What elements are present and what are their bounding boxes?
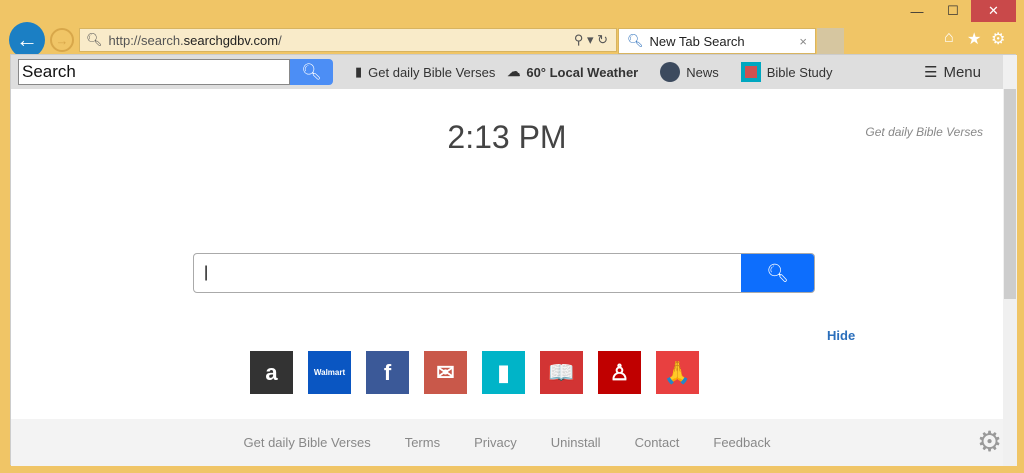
settings-gear-icon[interactable]: ⚙ (977, 425, 1002, 458)
scrollbar-thumb[interactable] (1004, 89, 1016, 299)
label: Bible Study (766, 64, 833, 80)
url-prefix: http://search. (108, 32, 184, 48)
tile-mail[interactable]: ✉ (424, 351, 467, 394)
main-search-input[interactable]: | (194, 254, 741, 292)
url-domain: searchgdbv.com (183, 32, 279, 48)
clock: 2:13 PM (447, 119, 567, 155)
toolbar-weather[interactable]: ☁ 60° Local Weather (507, 64, 638, 80)
address-bar[interactable]: 🔍︎ http://search. searchgdbv.com / ⚲ ▾ ↻ (79, 28, 617, 52)
shortcut-tiles: a Walmart f ✉ ▮ 📖 ♙ 🙏 (250, 351, 699, 394)
label: 60° Local Weather (526, 64, 639, 80)
close-button[interactable]: ✕ (971, 0, 1016, 22)
forward-button[interactable]: → (50, 28, 74, 52)
toolbar: Search 🔍︎ ▮ Get daily Bible Verses ☁ 60° L… (11, 55, 1003, 89)
footer-link[interactable]: Terms (405, 435, 440, 450)
search-icon: 🔍︎ (86, 32, 103, 47)
footer-link[interactable]: Feedback (713, 435, 770, 450)
label: Menu (943, 63, 981, 81)
url-suffix: / (278, 32, 282, 48)
label: Get daily Bible Verses (368, 64, 496, 80)
back-button[interactable]: ← (9, 22, 45, 58)
tile-walmart[interactable]: Walmart (308, 351, 351, 394)
main-search: | 🔍︎ (193, 253, 815, 293)
tile-facebook[interactable]: f (366, 351, 409, 394)
toolbar-news[interactable]: News (660, 62, 719, 82)
toolbar-search-button[interactable]: 🔍︎ (290, 59, 333, 85)
maximize-button[interactable]: ☐ (936, 0, 970, 22)
brand-link[interactable]: Get daily Bible Verses (865, 125, 983, 139)
cloud-icon: ☁ (507, 64, 521, 79)
page-content: Search 🔍︎ ▮ Get daily Bible Verses ☁ 60° L… (10, 54, 1017, 466)
footer-link[interactable]: Privacy (474, 435, 517, 450)
tile-prayer[interactable]: 🙏 (656, 351, 699, 394)
tile-amazon[interactable]: a (250, 351, 293, 394)
search-icon: 🔍︎ (627, 33, 644, 48)
tab-title: New Tab Search (649, 33, 745, 49)
hide-link[interactable]: Hide (827, 328, 855, 343)
tab-new-tab-search[interactable]: 🔍︎ New Tab Search × (618, 28, 816, 54)
hamburger-icon: ☰ (924, 64, 938, 81)
footer-link[interactable]: Contact (635, 435, 680, 450)
footer-link[interactable]: Uninstall (551, 435, 601, 450)
footer-link[interactable]: Get daily Bible Verses (244, 435, 371, 450)
book-icon (740, 62, 761, 82)
news-icon (660, 62, 681, 82)
tile-bible-book[interactable]: ▮ (482, 351, 525, 394)
menu-button[interactable]: ☰ Menu (924, 63, 981, 82)
bible-icon: ▮ (355, 64, 363, 79)
label: News (686, 64, 719, 80)
tile-open-bible[interactable]: 📖 (540, 351, 583, 394)
gear-icon[interactable]: ⚙ (991, 29, 1005, 49)
tab-close-icon[interactable]: × (799, 34, 807, 49)
footer: Get daily Bible Verses Terms Privacy Uninst… (11, 419, 1003, 466)
toolbar-bible-verses[interactable]: ▮ Get daily Bible Verses (355, 64, 495, 80)
new-tab-button[interactable] (817, 28, 844, 54)
toolbar-search-input[interactable]: Search (18, 59, 290, 85)
main-search-button[interactable]: 🔍︎ (741, 254, 814, 292)
tile-reading[interactable]: ♙ (598, 351, 641, 394)
toolbar-bible-study[interactable]: Bible Study (740, 62, 833, 82)
refresh-icon[interactable]: ⚲ ▾ ↻ (574, 32, 608, 48)
home-icon[interactable]: ⌂ (944, 29, 954, 47)
minimize-button[interactable]: — (900, 0, 934, 22)
star-icon[interactable]: ★ (967, 29, 981, 49)
